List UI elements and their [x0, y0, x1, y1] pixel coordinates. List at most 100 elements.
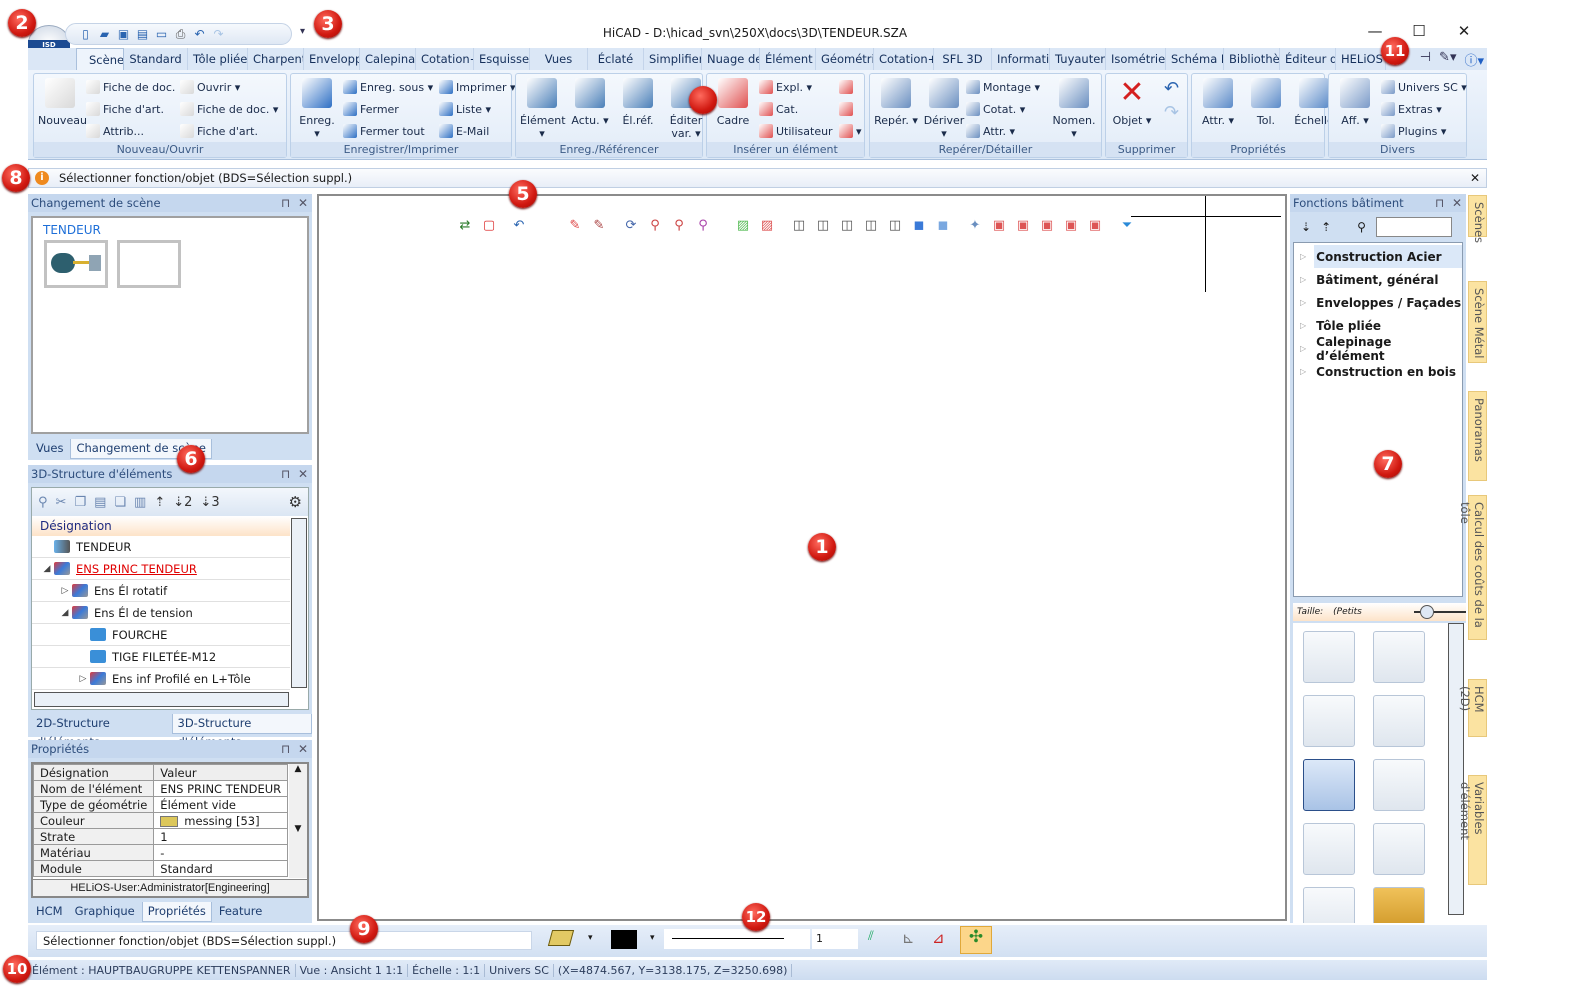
- close-icon[interactable]: ✕: [298, 742, 308, 756]
- ribbon-button[interactable]: Enreg. ▾: [295, 78, 339, 140]
- ribbon-button[interactable]: Actu. ▾: [568, 78, 612, 127]
- ribbon-small-button[interactable]: [839, 80, 856, 94]
- search-icon[interactable]: ⚲: [38, 495, 48, 510]
- size-slider[interactable]: [1413, 603, 1466, 621]
- folder-icon[interactable]: ▭: [154, 27, 169, 41]
- drawing-viewport[interactable]: ⇄ ▢ ↶ ✎ ✎ ⟳ ⚲ ⚲ ⚲ ▨ ▨ ◫ ◫ ◫ ◫ ◫ ◼ ◼ ✦ ▣ ▣ ▣ ▣ ▣ ⏷: [317, 194, 1287, 921]
- expander-icon[interactable]: ▷: [1300, 367, 1306, 376]
- tab-10[interactable]: Simplifier: [644, 48, 702, 70]
- axis-icon[interactable]: ⊿: [932, 929, 945, 947]
- measure-icon[interactable]: ✎: [567, 218, 583, 234]
- chevron-down-icon[interactable]: ▾: [588, 933, 593, 943]
- tab-7[interactable]: Esquisse: [474, 48, 530, 70]
- ribbon-small-button[interactable]: Enreg. sous ▾: [343, 80, 433, 94]
- ribbon-small-button[interactable]: Montage ▾: [966, 80, 1040, 94]
- search-icon[interactable]: ⚲: [1357, 220, 1366, 234]
- ribbon-button[interactable]: Nouveau: [38, 78, 87, 127]
- tab-19[interactable]: Schéma P: [1166, 48, 1224, 70]
- vertical-scrollbar[interactable]: ▲ ▼: [289, 764, 307, 878]
- vertical-scrollbar[interactable]: [1448, 623, 1464, 915]
- copy-icon[interactable]: ❐: [74, 495, 86, 510]
- property-row[interactable]: Couleur messing [53]: [32, 812, 289, 829]
- table-row[interactable]: FOURCHE: [32, 624, 290, 646]
- redo-icon[interactable]: ↷: [211, 27, 226, 41]
- pin-icon[interactable]: ⊓: [1435, 196, 1444, 210]
- line-color-swatch[interactable]: [611, 930, 637, 949]
- print-icon[interactable]: ⎙: [173, 27, 188, 41]
- expander-icon[interactable]: ▷: [1300, 321, 1306, 330]
- swap-icon[interactable]: ⇄: [457, 218, 473, 234]
- expander-icon[interactable]: ▷: [58, 586, 72, 596]
- symbol-item[interactable]: [1303, 823, 1355, 875]
- expander-icon[interactable]: ▷: [1300, 275, 1306, 284]
- ribbon-small-button[interactable]: Attr. ▾: [966, 124, 1015, 138]
- ribbon-small-button[interactable]: Attrib...: [86, 124, 144, 138]
- pin-icon[interactable]: ⊓: [281, 467, 290, 481]
- ribbon-small-button[interactable]: E-Mail: [439, 124, 489, 138]
- symbol-item[interactable]: [1303, 631, 1355, 683]
- ribbon-button[interactable]: Nomen. ▾: [1052, 78, 1096, 140]
- tree-item[interactable]: ▷ Bâtiment, général: [1294, 268, 1462, 291]
- tab-17[interactable]: Tuyauterie: [1050, 48, 1106, 70]
- paste-icon[interactable]: ▤: [94, 495, 106, 510]
- tab-1[interactable]: Standard: [124, 48, 188, 70]
- tab-8[interactable]: Vues: [530, 48, 588, 70]
- zoom-icon[interactable]: ⚲: [647, 218, 663, 234]
- symbol-item[interactable]: [1303, 887, 1355, 923]
- expander-icon[interactable]: ▷: [1300, 298, 1306, 307]
- close-info-icon[interactable]: ✕: [1470, 171, 1480, 185]
- undo-icon[interactable]: ↶: [192, 27, 207, 41]
- symbol-item[interactable]: [1373, 759, 1425, 811]
- tab-6[interactable]: Cotation+: [416, 48, 474, 70]
- shade5-icon[interactable]: ▣: [1087, 218, 1103, 234]
- expand-2-icon[interactable]: ⇣2: [173, 495, 192, 510]
- tab-views[interactable]: Vues: [31, 439, 68, 459]
- property-value[interactable]: messing [53]: [153, 812, 289, 829]
- copy-special-icon[interactable]: ❏: [114, 495, 126, 510]
- save-as-icon[interactable]: ▤: [135, 27, 150, 41]
- property-value[interactable]: Standard: [153, 860, 289, 877]
- collapse-all-icon[interactable]: ⇡: [1321, 220, 1331, 234]
- paste-special-icon[interactable]: ▥: [134, 495, 146, 510]
- table-row[interactable]: TENDEUR: [32, 536, 290, 558]
- symbol-item[interactable]: [1373, 823, 1425, 875]
- ribbon-small-button[interactable]: Expl. ▾: [759, 80, 812, 94]
- cube-red-icon[interactable]: ▨: [759, 218, 775, 234]
- ribbon-button[interactable]: Repér. ▾: [874, 78, 918, 127]
- expander-icon[interactable]: ▷: [1300, 344, 1306, 353]
- pin-icon[interactable]: ⊓: [281, 742, 290, 756]
- ribbon-small-button[interactable]: Cotat. ▾: [966, 102, 1025, 116]
- tab-9[interactable]: Éclaté: [588, 48, 644, 70]
- pin-icon[interactable]: ⊣: [1420, 50, 1431, 69]
- table-row[interactable]: ◢ ENS PRINC TENDEUR: [32, 558, 290, 580]
- tab-4[interactable]: Enveloppe: [304, 48, 360, 70]
- close-icon[interactable]: ✕: [1452, 196, 1462, 210]
- side-tab[interactable]: Calcul des coûts de la tôle: [1458, 495, 1487, 640]
- coordinate-system-icon[interactable]: ⊾: [902, 929, 915, 947]
- tab-hcm[interactable]: HCM: [31, 902, 68, 922]
- render-icon[interactable]: ✦: [967, 218, 983, 234]
- symbol-item[interactable]: [1303, 759, 1355, 811]
- ribbon-small-button[interactable]: Cat.: [759, 102, 798, 116]
- tab-18[interactable]: Isométrie: [1106, 48, 1166, 70]
- table-row[interactable]: ◢ Ens Él de tension: [32, 602, 290, 624]
- ribbon-small-button[interactable]: Imprimer ▾: [439, 80, 516, 94]
- table-row[interactable]: ▷ Ens inf Profilé en L+Tôle: [32, 668, 290, 690]
- tab-21[interactable]: Éditeur de: [1280, 48, 1336, 70]
- expander-icon[interactable]: ◢: [58, 608, 72, 618]
- horizontal-scrollbar[interactable]: [34, 692, 289, 707]
- undo-icon[interactable]: ↶: [1164, 78, 1179, 99]
- tab-11[interactable]: Nuage de: [702, 48, 760, 70]
- tab-3[interactable]: Charpente: [248, 48, 304, 70]
- ribbon-small-button[interactable]: Fiche de doc. ▾: [180, 102, 278, 116]
- column-header-designation[interactable]: Désignation: [32, 516, 290, 536]
- tree-item[interactable]: ▷ Calepinage d’élément: [1294, 335, 1462, 363]
- tree-item[interactable]: ▷ Construction en bois: [1294, 360, 1462, 383]
- property-row[interactable]: Type de géométrie Élément vide: [32, 796, 289, 813]
- scene-thumbnail-2d[interactable]: [117, 240, 181, 288]
- view-front-icon[interactable]: ◫: [791, 218, 807, 234]
- view-iso2-icon[interactable]: ◼: [935, 218, 951, 234]
- cut-icon[interactable]: ✂: [56, 495, 67, 510]
- shade2-icon[interactable]: ▣: [1015, 218, 1031, 234]
- snap-toggle[interactable]: ✣: [960, 926, 992, 954]
